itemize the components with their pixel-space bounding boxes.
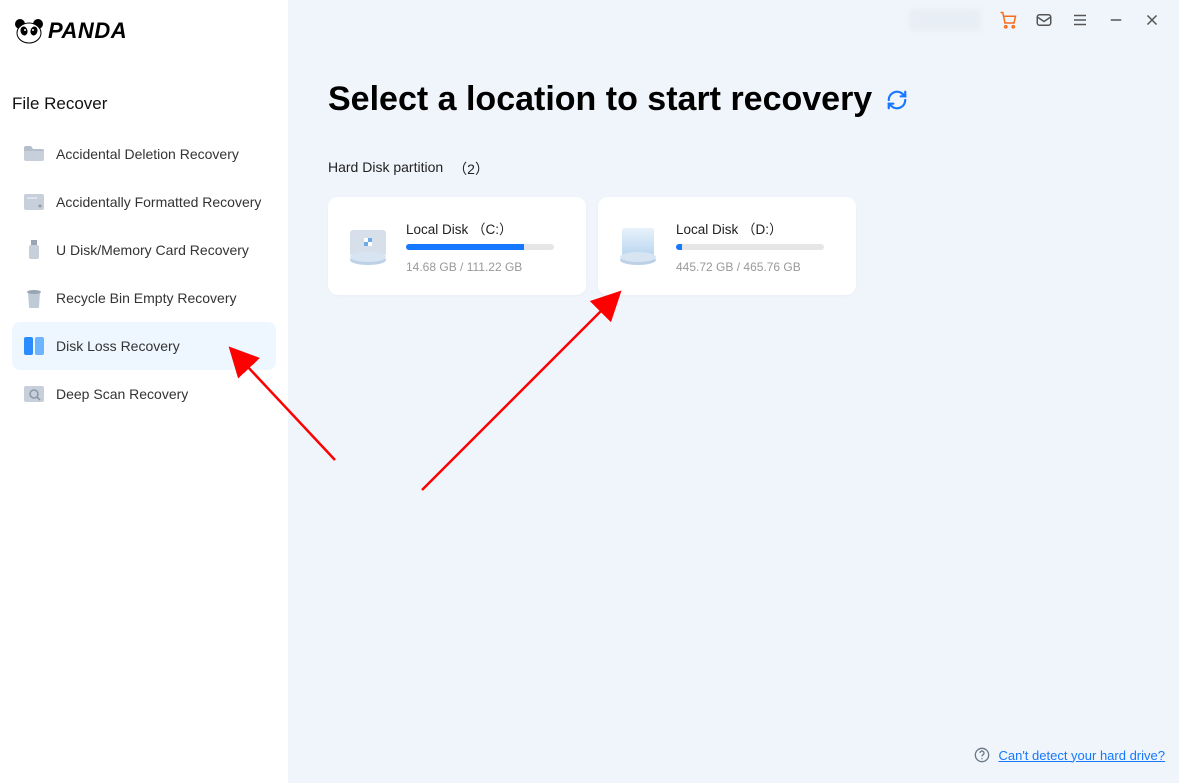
sidebar-item-recycle-bin[interactable]: Recycle Bin Empty Recovery <box>12 274 276 322</box>
app-logo: PANDA <box>0 10 288 54</box>
disk-usage-text: 445.72 GB / 465.76 GB <box>676 260 838 274</box>
sidebar-item-label: Recycle Bin Empty Recovery <box>56 290 237 306</box>
sidebar: PANDA File Recover Accidental Deletion R… <box>0 0 288 783</box>
disk-card-c[interactable]: Local Disk （C:） 14.68 GB / 111.22 GB <box>328 197 586 295</box>
titlebar <box>288 0 1179 40</box>
sidebar-item-usb[interactable]: U Disk/Memory Card Recovery <box>12 226 276 274</box>
system-disk-icon <box>346 224 390 268</box>
menu-icon[interactable] <box>1071 11 1089 29</box>
disk-usage-bar <box>676 244 824 250</box>
page-title: Select a location to start recovery <box>328 80 1139 119</box>
main-panel: Select a location to start recovery Hard… <box>288 0 1179 783</box>
drive-icon <box>24 192 44 212</box>
disk-name: Local Disk （C:） <box>406 218 568 238</box>
sidebar-item-label: Deep Scan Recovery <box>56 386 188 402</box>
disk-card-d[interactable]: Local Disk （D:） 445.72 GB / 465.76 GB <box>598 197 856 295</box>
help-link[interactable]: Can't detect your hard drive? <box>974 747 1165 763</box>
sidebar-item-deep-scan[interactable]: Deep Scan Recovery <box>12 370 276 418</box>
sidebar-item-label: Disk Loss Recovery <box>56 338 180 354</box>
refresh-icon[interactable] <box>886 89 908 111</box>
section-count: （2） <box>453 159 489 179</box>
cart-icon[interactable] <box>999 11 1017 29</box>
sidebar-item-label: U Disk/Memory Card Recovery <box>56 242 249 258</box>
help-link-text[interactable]: Can't detect your hard drive? <box>998 748 1165 763</box>
question-icon <box>974 747 990 763</box>
page-title-text: Select a location to start recovery <box>328 80 872 119</box>
app-name: PANDA <box>48 18 127 44</box>
disk-usage-fill <box>406 244 524 250</box>
sidebar-item-formatted[interactable]: Accidentally Formatted Recovery <box>12 178 276 226</box>
usb-icon <box>24 240 44 260</box>
disk-usage-fill <box>676 244 682 250</box>
section-label: Hard Disk partition （2） <box>328 159 1139 179</box>
sidebar-title: File Recover <box>0 54 288 130</box>
minimize-icon[interactable] <box>1107 11 1125 29</box>
disk-stack-icon <box>24 336 44 356</box>
sidebar-item-label: Accidental Deletion Recovery <box>56 146 239 162</box>
trash-icon <box>24 288 44 308</box>
disk-usage-bar <box>406 244 554 250</box>
section-label-text: Hard Disk partition <box>328 159 443 179</box>
disk-list: Local Disk （C:） 14.68 GB / 111.22 GB <box>328 197 1139 295</box>
disk-usage-text: 14.68 GB / 111.22 GB <box>406 260 568 274</box>
close-icon[interactable] <box>1143 11 1161 29</box>
user-area-blurred <box>909 9 981 31</box>
nav-list: Accidental Deletion Recovery Accidentall… <box>0 130 288 418</box>
sidebar-item-disk-loss[interactable]: Disk Loss Recovery <box>12 322 276 370</box>
panda-icon <box>14 18 44 44</box>
scan-icon <box>24 384 44 404</box>
sidebar-item-accidental-deletion[interactable]: Accidental Deletion Recovery <box>12 130 276 178</box>
data-disk-icon <box>616 224 660 268</box>
mail-icon[interactable] <box>1035 11 1053 29</box>
folder-icon <box>24 144 44 164</box>
disk-name: Local Disk （D:） <box>676 218 838 238</box>
content: Select a location to start recovery Hard… <box>288 40 1179 295</box>
sidebar-item-label: Accidentally Formatted Recovery <box>56 194 261 210</box>
